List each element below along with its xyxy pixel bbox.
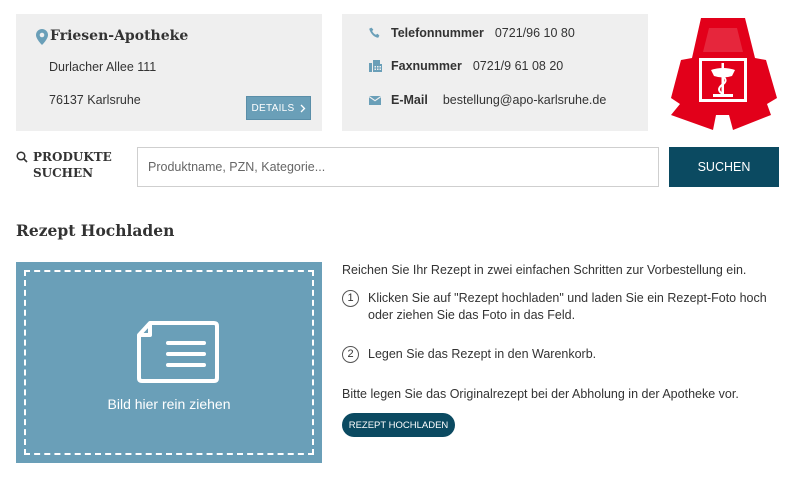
address-street: Durlacher Allee 111 [49,60,157,74]
chevron-right-icon [300,104,305,112]
intro-text: Reichen Sie Ihr Rezept in zwei einfachen… [342,263,747,277]
search-icon [16,151,28,163]
search-label-line1: PRODUKTE [33,150,112,164]
prescription-dropzone[interactable]: Bild hier rein ziehen [16,262,322,463]
phone-row: Telefonnummer 0721/96 10 80 [368,26,575,40]
upload-prescription-button[interactable]: REZEPT HOCHLADEN [342,413,455,437]
phone-icon [368,26,382,40]
step-number: 1 [342,290,359,307]
product-search-input[interactable] [137,147,659,187]
search-button[interactable]: SUCHEN [669,147,779,187]
original-prescription-note: Bitte legen Sie das Originalrezept bei d… [342,387,739,401]
details-button[interactable]: DETAILS [246,96,311,120]
fax-value: 0721/9 61 08 20 [472,59,564,73]
step-2: 2 Legen Sie das Rezept in den Warenkorb. [342,346,596,363]
fax-icon [368,59,382,73]
product-search-label: PRODUKTE SUCHEN [16,149,123,181]
step-number: 2 [342,346,359,363]
pharmacy-info-box: Friesen-Apotheke Durlacher Allee 111 761… [16,14,322,131]
pharmacy-name: Friesen-Apotheke [50,28,189,44]
email-label: E-Mail [391,93,428,107]
step-text: Legen Sie das Rezept in den Warenkorb. [368,347,597,361]
email-value[interactable]: bestellung@apo-karlsruhe.de [443,93,606,107]
document-icon [137,321,219,383]
fax-row: Faxnummer 0721/9 61 08 20 [368,59,563,73]
dropzone-dashed-border: Bild hier rein ziehen [24,270,314,455]
location-pin-icon [36,29,48,45]
dropzone-text: Bild hier rein ziehen [107,396,231,412]
step-1: 1 Klicken Sie auf "Rezept hochladen" und… [342,290,772,324]
phone-value[interactable]: 0721/96 10 80 [495,26,575,40]
search-label-line2: SUCHEN [33,166,94,180]
section-title: Rezept Hochladen [16,221,175,240]
details-button-label: DETAILS [251,102,295,114]
fax-label: Faxnummer [391,59,462,73]
contact-info-box: Telefonnummer 0721/96 10 80 Faxnummer 07… [342,14,648,131]
apotheke-logo [671,18,777,130]
address-city: 76137 Karlsruhe [49,93,141,107]
envelope-icon [368,93,382,107]
email-row: E-Mail bestellung@apo-karlsruhe.de [368,93,606,107]
phone-label: Telefonnummer [391,26,484,40]
step-text: Klicken Sie auf "Rezept hochladen" und l… [368,291,767,322]
